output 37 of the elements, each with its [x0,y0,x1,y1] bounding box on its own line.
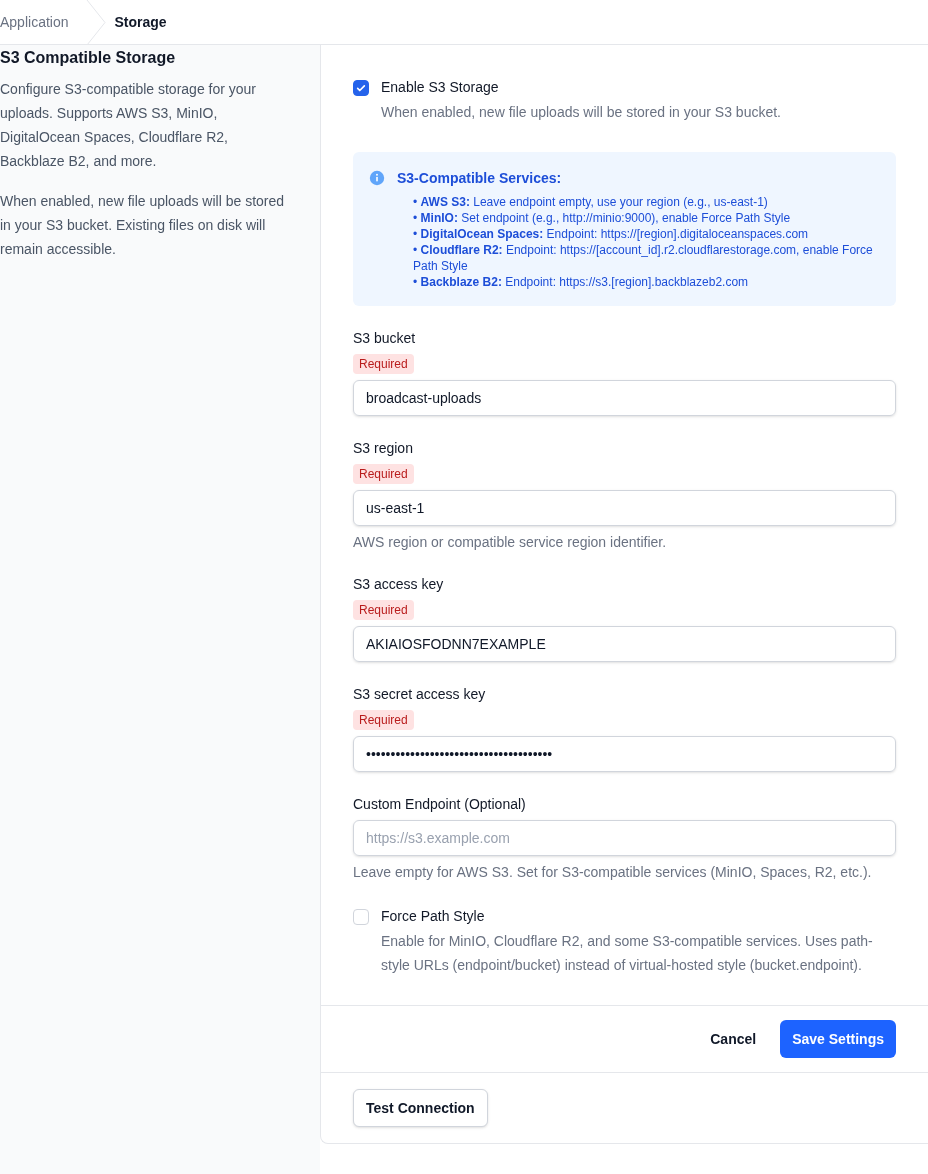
checkbox-description: Enable for MinIO, Cloudflare R2, and some S3-compatible services. Uses path-style URLs (endpoint/bucket) instead of virtual-hosted style (bucket.endpoint). [381,932,874,975]
info-icon [369,170,385,186]
checkbox[interactable] [353,80,369,96]
info-list-item: • AWS S3: Leave endpoint empty, use your region (e.g., us-east-1) [412,194,769,210]
breadcrumb-item[interactable]: Application [0,12,85,32]
info-title: S3-Compatible Services: [397,169,563,188]
info-list-item: • Cloudflare R2: Endpoint: https://[account_id].r2.cloudflarestorage.com, enable Force Path Style [412,242,874,274]
section-description: When enabled, new file uploads will be stored in your S3 bucket. Existing files on disk will remain accessible. [0,192,286,259]
info-list-item: • MinIO: Set endpoint (e.g., http://minio:9000), enable Force Path Style [412,210,792,226]
required-badge: Required [353,464,414,484]
test-connection-button[interactable]: Test Connection [353,1089,488,1127]
field-label: S3 bucket [353,329,417,348]
section-title: S3 Compatible Storage [0,48,177,68]
info-list-item: • DigitalOcean Spaces: Endpoint: https://[region].digitaloceanspaces.com [412,226,810,242]
checkbox-label: Force Path Style [381,907,486,926]
breadcrumb-item[interactable]: Storage [106,12,167,32]
field-label: S3 region [353,439,414,458]
field-label: S3 secret access key [353,685,487,704]
check-icon [356,83,366,93]
info-list-item: • Backblaze B2: Endpoint: https://s3.[region].backblazeb2.com [412,274,750,290]
cancel-button[interactable]: Cancel [710,1029,757,1049]
input-field[interactable]: https://s3.example.com [353,820,896,856]
checkbox-description: When enabled, new file uploads will be stored in your S3 bucket. [381,103,781,122]
input-field[interactable]: broadcast-uploads [353,380,896,416]
field-label: Custom Endpoint (Optional) [353,795,527,814]
field-hint: Leave empty for AWS S3. Set for S3-compatible services (MinIO, Spaces, R2, etc.). [353,863,873,882]
checkbox-label: Enable S3 Storage [381,78,500,97]
section-description: Configure S3-compatible storage for your uploads. Supports AWS S3, MinIO, DigitalOcean Spaces, Cloudflare R2, Backblaze B2, and more. [0,80,258,171]
input-field[interactable]: us-east-1 [353,490,896,526]
required-badge: Required [353,354,414,374]
field-label: S3 access key [353,575,445,594]
input-field[interactable]: AKIAIOSFODNN7EXAMPLE [353,626,896,662]
required-badge: Required [353,600,414,620]
save-button[interactable]: Save Settings [780,1020,896,1058]
required-badge: Required [353,710,414,730]
input-field[interactable]: •••••••••••••••••••••••••••••••••••••• [353,736,896,772]
field-hint: AWS region or compatible service region identifier. [353,533,668,552]
